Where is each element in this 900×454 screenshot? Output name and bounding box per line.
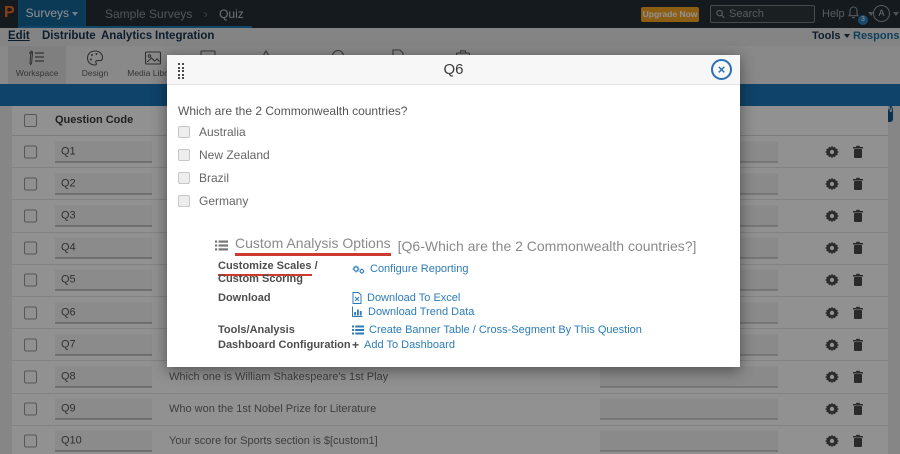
link-label: Configure Reporting [370, 263, 468, 276]
option-label: New Zealand [199, 148, 270, 162]
analysis-group-label: Download [218, 292, 352, 318]
trend-chart-icon [352, 306, 363, 317]
link-label: Download To Excel [367, 292, 460, 305]
custom-analysis-options: Customize Scales / Custom Scoring Config… [218, 260, 723, 352]
banner-table-icon [352, 325, 364, 335]
option-row: Germany [178, 189, 270, 212]
option-checkbox[interactable] [178, 172, 190, 184]
analysis-group: Customize Scales / Custom Scoring Config… [218, 260, 723, 286]
option-row: New Zealand [178, 143, 270, 166]
option-checkbox[interactable] [178, 149, 190, 161]
link-add-to-dashboard[interactable]: + Add To Dashboard [352, 339, 723, 352]
option-row: Brazil [178, 166, 270, 189]
link-download-to-excel[interactable]: Download To Excel [352, 292, 723, 305]
analysis-group-label: Dashboard Configuration [218, 339, 352, 352]
analysis-group-label: Tools/Analysis [218, 324, 352, 337]
gears-icon [352, 264, 365, 275]
close-icon[interactable]: × [711, 59, 732, 80]
excel-file-icon [352, 292, 362, 304]
modal-header: Q6 × [167, 55, 740, 85]
plus-icon: + [352, 339, 359, 352]
option-label: Australia [199, 125, 246, 139]
analysis-group-label: Customize Scales / Custom Scoring [218, 260, 352, 286]
link-label: Create Banner Table / Cross-Segment By T… [369, 324, 642, 337]
question-settings-modal: Q6 × Which are the 2 Commonwealth countr… [167, 55, 740, 367]
analysis-group: Dashboard Configuration + Add To Dashboa… [218, 339, 723, 352]
link-create-banner-table[interactable]: Create Banner Table / Cross-Segment By T… [352, 324, 723, 337]
option-checkbox[interactable] [178, 126, 190, 138]
modal-options-list: Australia New Zealand Brazil Germany [178, 120, 270, 212]
list-icon [215, 240, 228, 251]
option-row: Australia [178, 120, 270, 143]
option-label: Germany [199, 194, 248, 208]
custom-analysis-heading-suffix: [Q6-Which are the 2 Commonwealth countri… [398, 238, 697, 254]
custom-analysis-heading: Custom Analysis Options [Q6-Which are th… [215, 235, 696, 256]
link-label: Download Trend Data [368, 306, 474, 319]
modal-title: Q6 [167, 55, 740, 85]
option-label: Brazil [199, 171, 229, 185]
link-label: Add To Dashboard [364, 339, 455, 352]
option-checkbox[interactable] [178, 195, 190, 207]
link-configure-reporting[interactable]: Configure Reporting [352, 263, 723, 276]
analysis-group: Download Download To Excel Download Tren… [218, 292, 723, 318]
custom-analysis-heading-text: Custom Analysis Options [235, 235, 391, 256]
analysis-group: Tools/Analysis Create Banner Table / Cro… [218, 324, 723, 337]
modal-question-text: Which are the 2 Commonwealth countries? [178, 104, 407, 118]
link-download-trend-data[interactable]: Download Trend Data [352, 306, 723, 319]
app-screen: P Surveys Sample Surveys › Quiz Upgrade … [0, 0, 900, 454]
